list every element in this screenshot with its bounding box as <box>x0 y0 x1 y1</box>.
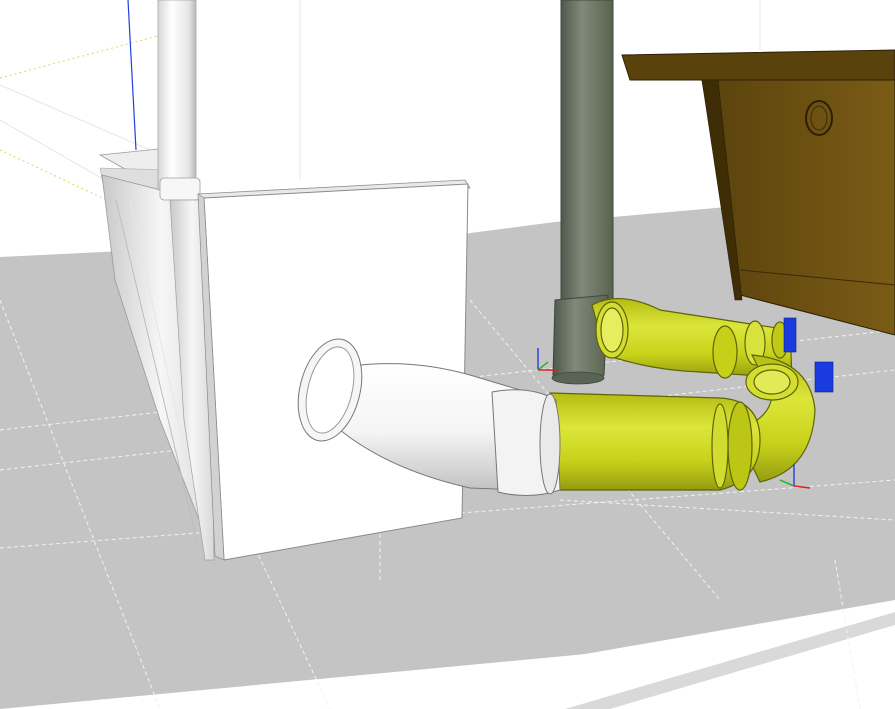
viewport-3d[interactable] <box>0 0 895 709</box>
scene-canvas[interactable] <box>0 0 895 709</box>
